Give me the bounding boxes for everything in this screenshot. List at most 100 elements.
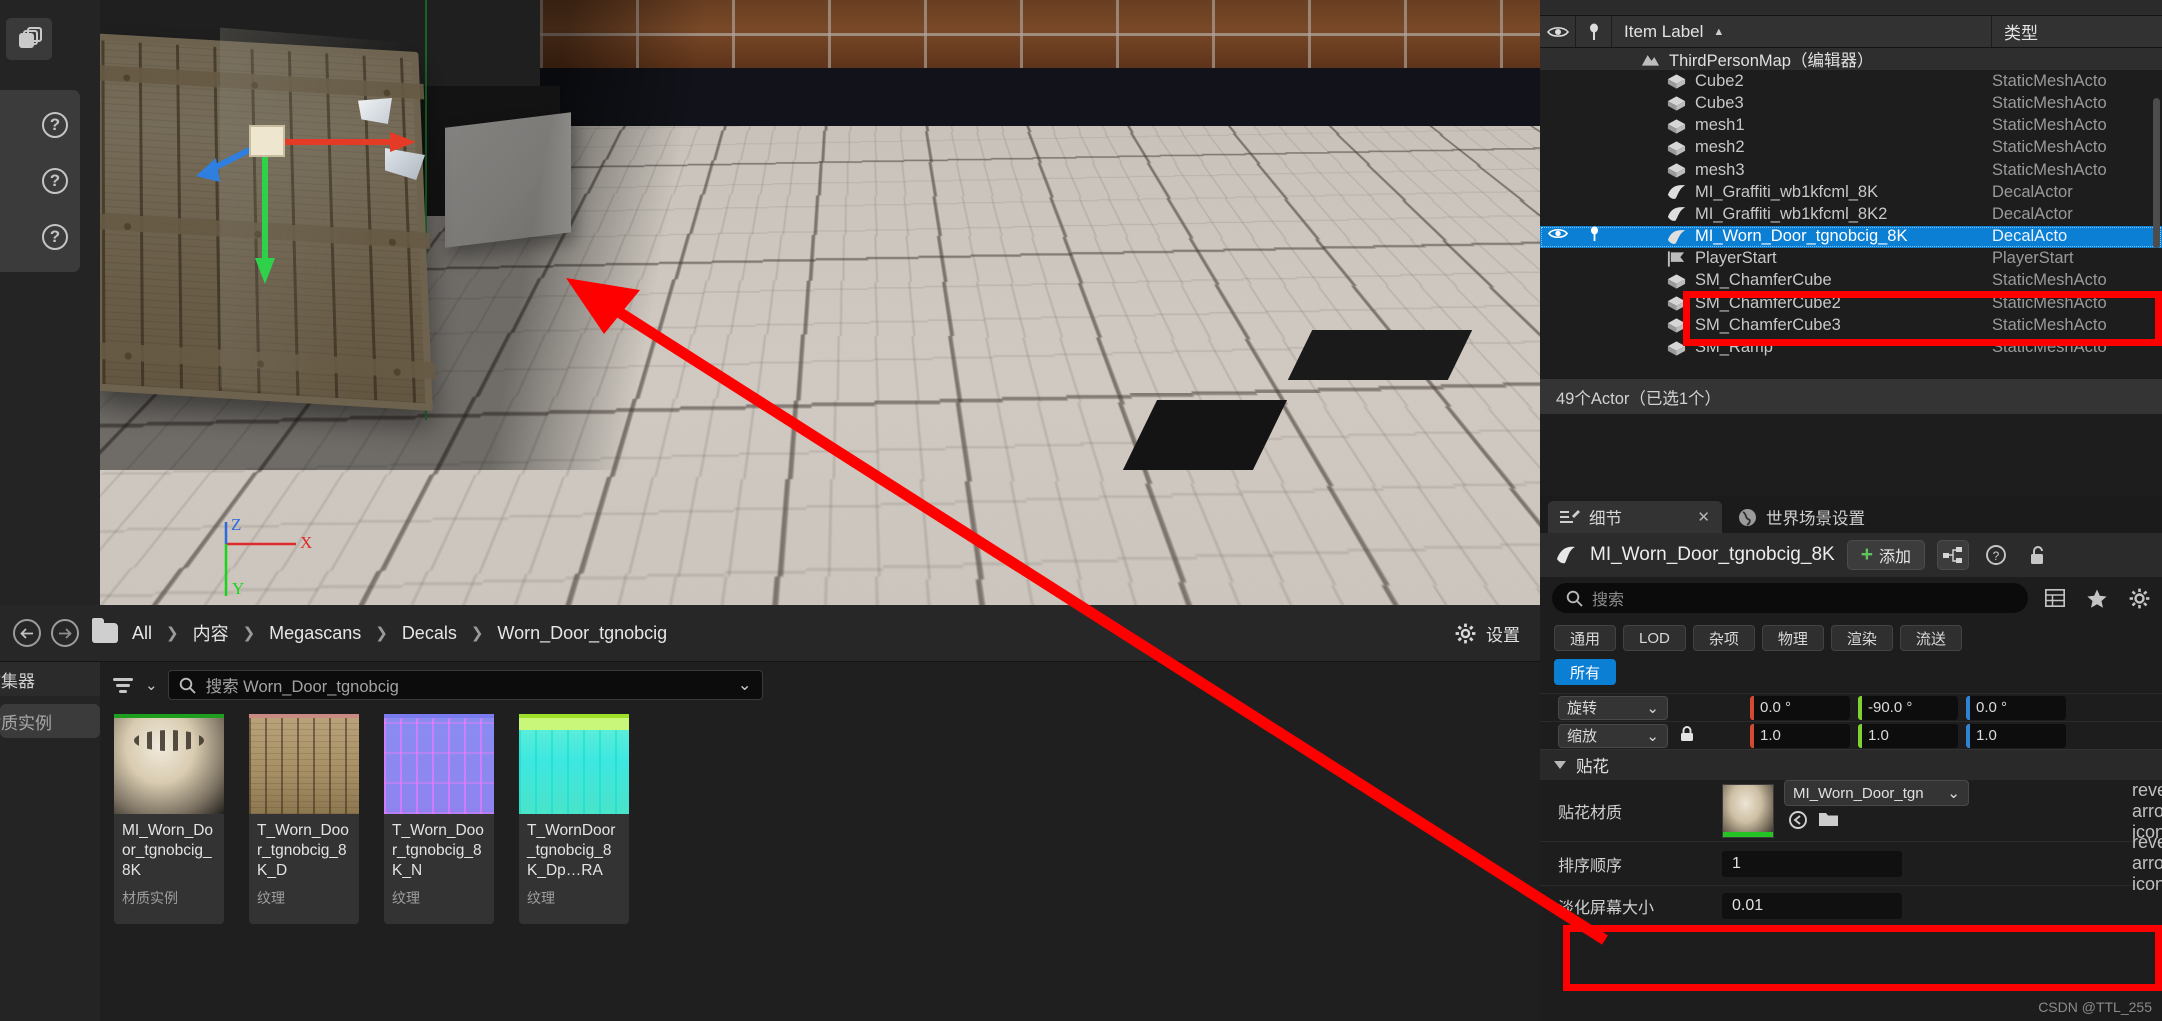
decal-section-header[interactable]: 贴花 [1540,749,2162,779]
collection-item-material-instance[interactable]: 材质实例 [0,704,100,738]
outliner-row-root[interactable]: ThirdPersonMap（编辑器） [1540,48,2162,71]
expand-triangle-icon [1554,760,1566,769]
transform-row-旋转: 旋转 ⌄ 0.0 ° -90.0 ° 0.0 ° [1540,693,2162,721]
filter-chip-流送[interactable]: 流送 [1899,625,1962,651]
asset-tile[interactable]: T_WornDoor_tgnobcig_8K_Dp…RA 纹理 [519,714,629,924]
filter-chip-物理[interactable]: 物理 [1761,625,1824,651]
open-blueprint-button[interactable] [1936,540,1969,570]
sort-order-revert-button[interactable]: revert-arrow-icon [2132,832,2162,895]
details-grid-view-button[interactable] [2040,583,2070,613]
lock-icon[interactable] [1676,725,1698,746]
asset-tile[interactable]: T_Worn_Door_tgnobcig_8K_N 纹理 [384,714,494,924]
decal-material-value: MI_Worn_Door_tgn [1793,784,1924,802]
outliner-row-label: MI_Graffiti_wb1kfcml_8K2 [1695,204,1888,223]
layers-tool-button[interactable] [6,18,52,60]
asset-tile[interactable]: T_Worn_Door_tgnobcig_8K_D 纹理 [249,714,359,924]
transform-mode-combo[interactable]: 缩放 ⌄ [1558,723,1668,748]
filter-chevron-down-icon[interactable]: ⌄ [145,676,158,694]
nav-back-button[interactable] [13,619,41,647]
outliner-scrollbar[interactable] [2153,98,2160,248]
outliner-row[interactable]: mesh3 StaticMeshActo [1540,159,2162,181]
outliner-row[interactable]: Cube3 StaticMeshActo [1540,92,2162,114]
asset-thumbnail[interactable] [249,714,359,814]
filter-chip-通用[interactable]: 通用 [1554,625,1617,651]
asset-thumbnail[interactable] [519,714,629,814]
breadcrumb-item-All[interactable]: All [128,623,156,644]
outliner-row[interactable]: mesh2 StaticMeshActo [1540,137,2162,159]
transform-gizmo[interactable] [190,70,420,290]
outliner-row-selected[interactable]: MI_Worn_Door_tgnobcig_8K DecalActo [1540,225,2162,248]
details-settings-button[interactable] [2124,583,2154,613]
asset-tile-grid: MI_Worn_Door_tgnobcig_8K 材质实例 T_Worn_Door_… [101,708,1540,924]
transform-x-input[interactable]: 0.0 ° [1750,695,1850,720]
outliner-col-pin[interactable] [1576,16,1612,47]
watermark: CSDN @TTL_255 [2038,999,2152,1015]
breadcrumb-item-Decals[interactable]: Decals [398,623,461,644]
breadcrumb-item-Worn_Door_tgnobcig[interactable]: Worn_Door_tgnobcig [493,623,671,644]
breadcrumb-item-内容[interactable]: 内容 [189,620,233,646]
outliner-col-item-label[interactable]: Item Label ▲ [1612,16,1992,47]
content-browser-settings-button[interactable]: 设置 [1455,621,1540,646]
asset-thumbnail[interactable] [384,714,494,814]
transform-z-input[interactable]: 0.0 ° [1966,695,2066,720]
asset-meta: MI_Worn_Door_tgnobcig_8K 材质实例 [114,814,224,924]
tab-world-settings-label: 世界场景设置 [1766,510,1865,528]
decal-material-thumbnail[interactable] [1722,784,1774,838]
outliner-col-type[interactable]: 类型 [1992,16,2162,47]
decal-material-picker[interactable]: MI_Worn_Door_tgn ⌄ [1784,780,1969,806]
outliner-row[interactable]: Cube2 StaticMeshActo [1540,70,2162,92]
tab-details[interactable]: 细节 ✕ [1548,501,1722,533]
outliner-row[interactable]: MI_Graffiti_wb1kfcml_8K DecalActor [1540,181,2162,203]
outliner-row[interactable]: MI_Graffiti_wb1kfcml_8K2 DecalActor [1540,203,2162,225]
details-search-input[interactable]: 搜索 [1552,583,2028,613]
asset-preview-art [114,718,224,814]
transform-y-input[interactable]: -90.0 ° [1858,695,1958,720]
add-component-button[interactable]: + 添加 [1846,540,1925,570]
folder-icon[interactable] [1818,810,1840,828]
outliner-row[interactable]: PlayerStart PlayerStart [1540,248,2162,270]
details-favorite-button[interactable] [2082,583,2112,613]
outliner-row-label: Cube2 [1695,71,1744,90]
outliner-search-strip[interactable] [1540,0,2162,16]
asset-thumbnail[interactable] [114,714,224,814]
transform-x-input[interactable]: 1.0 [1750,723,1850,748]
transform-mode-combo[interactable]: 旋转 ⌄ [1558,695,1668,720]
filter-chip-所有[interactable]: 所有 [1554,659,1617,685]
settings-gear-icon [1455,623,1476,643]
svg-text:?: ? [1993,549,2000,563]
browse-icon[interactable] [1788,810,1808,830]
help-circle-icon: ? [42,112,68,138]
filter-icon[interactable] [113,677,135,693]
help-card-3[interactable]: ? [0,202,80,272]
tab-world-settings[interactable]: 世界场景设置 [1726,501,1877,533]
collections-title-text: 收集器 [0,671,35,691]
details-lock-button[interactable] [2023,540,2053,570]
asset-type: 材质实例 [122,890,178,907]
visibility-icon[interactable] [1540,226,1576,247]
fade-screen-size-input[interactable]: 0.01 [1722,892,1902,919]
details-help-button[interactable]: ? [1981,540,2011,570]
transform-y-input[interactable]: 1.0 [1858,723,1958,748]
outliner-col-visibility[interactable] [1540,16,1576,47]
level-viewport[interactable]: X Y Z [100,0,1540,605]
outliner-row[interactable]: SM_ChamferCube StaticMeshActo [1540,270,2162,292]
breadcrumb-item-Megascans[interactable]: Megascans [265,623,365,644]
outliner-row[interactable]: mesh1 StaticMeshActo [1540,115,2162,137]
content-browser-search-input[interactable]: 搜索 Worn_Door_tgnobcig ⌄ [167,670,763,700]
chevron-down-icon: ⌄ [1646,699,1659,717]
outliner-row-label: mesh3 [1695,160,1745,179]
filter-chip-LOD[interactable]: LOD [1623,625,1686,651]
asset-name: T_WornDoor_tgnobcig_8K_Dp…RA [527,822,616,879]
pin-icon[interactable] [1576,226,1612,247]
world-outliner-panel: Item Label ▲ 类型 ThirdPersonMap（编辑器） Cube… [1540,0,2162,495]
breadcrumb-separator: ❯ [242,625,256,642]
transform-z-input[interactable]: 1.0 [1966,723,2066,748]
filter-chip-渲染[interactable]: 渲染 [1830,625,1893,651]
search-chevron-down-icon[interactable]: ⌄ [738,675,752,695]
filter-chip-杂项[interactable]: 杂项 [1692,625,1755,651]
sort-order-input[interactable]: 1 [1722,850,1902,877]
close-icon[interactable]: ✕ [1697,508,1710,526]
level-icon [1641,55,1660,66]
nav-forward-button[interactable] [51,619,79,647]
asset-tile[interactable]: MI_Worn_Door_tgnobcig_8K 材质实例 [114,714,224,924]
